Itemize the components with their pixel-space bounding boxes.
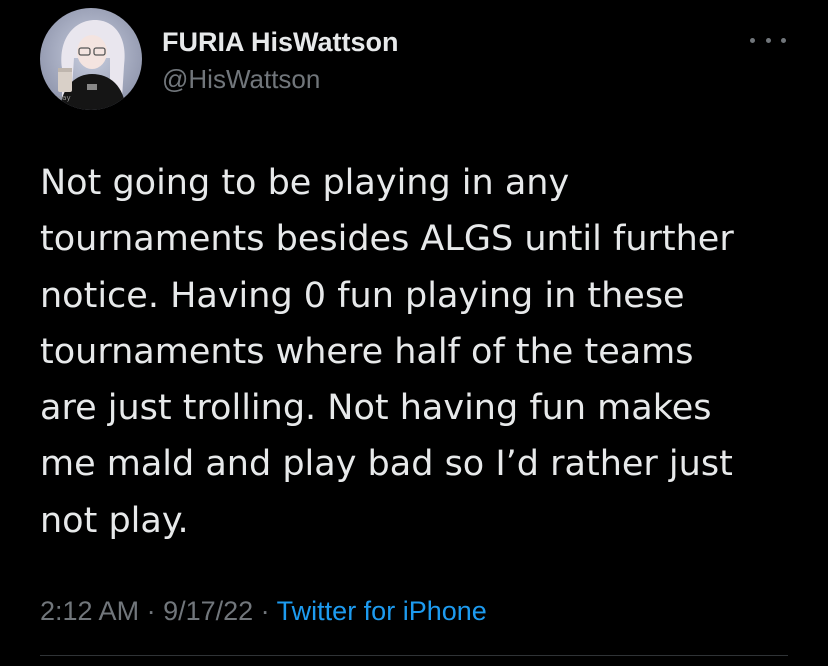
more-dot bbox=[765, 37, 771, 43]
tweet-source-link[interactable]: Twitter for iPhone bbox=[277, 596, 487, 626]
divider bbox=[40, 655, 788, 656]
meta-separator: · bbox=[139, 596, 164, 626]
tweet-card: dway FURIA HisWattson @HisWattson Not go… bbox=[0, 0, 828, 666]
avatar-image: dway bbox=[40, 8, 142, 110]
tweet-date[interactable]: 9/17/22 bbox=[163, 596, 253, 626]
avatar[interactable]: dway bbox=[40, 8, 142, 110]
more-dot bbox=[781, 37, 786, 43]
tweet-time[interactable]: 2:12 AM bbox=[40, 596, 139, 626]
meta-separator: · bbox=[253, 596, 277, 626]
more-horizontal-icon[interactable] bbox=[750, 30, 786, 50]
display-name[interactable]: FURIA HisWattson bbox=[162, 26, 399, 58]
tweet-text: Not going to be playing in any tournamen… bbox=[40, 163, 734, 541]
user-handle[interactable]: @HisWattson bbox=[162, 63, 320, 95]
svg-text:dway: dway bbox=[52, 94, 71, 102]
tweet-meta: 2:12 AM · 9/17/22 · Twitter for iPhone bbox=[40, 593, 487, 629]
more-dot bbox=[750, 37, 755, 43]
